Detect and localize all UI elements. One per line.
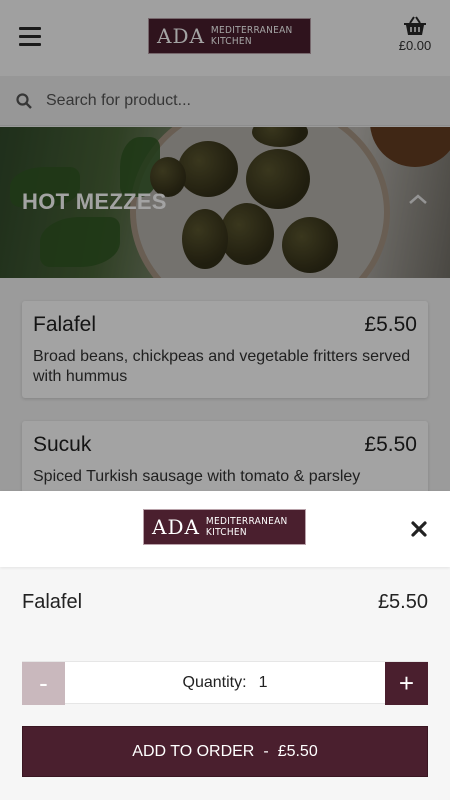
add-to-order-label: ADD TO ORDER <box>132 742 255 760</box>
increase-quantity-button[interactable]: + <box>385 662 428 705</box>
add-item-sheet: ADA MEDITERRANEAN KITCHEN Falafel £5.50 … <box>0 491 450 800</box>
logo-mark: ADA <box>152 515 200 539</box>
add-to-order-button[interactable]: ADD TO ORDER - £5.50 <box>22 726 428 777</box>
quantity-value: 1 <box>258 673 268 691</box>
close-icon[interactable] <box>410 520 428 538</box>
quantity-label: Quantity: <box>182 673 247 691</box>
brand-logo: ADA MEDITERRANEAN KITCHEN <box>143 509 306 545</box>
quantity-stepper: - Quantity: 1 + <box>22 661 428 705</box>
add-to-order-price: £5.50 <box>277 742 318 760</box>
item-name: Falafel <box>22 591 83 613</box>
quantity-display: Quantity: 1 <box>65 662 385 703</box>
item-price: £5.50 <box>377 591 428 613</box>
decrease-quantity-button[interactable]: - <box>22 662 65 705</box>
logo-wordmark: MEDITERRANEAN KITCHEN <box>205 516 288 538</box>
sheet-header: ADA MEDITERRANEAN KITCHEN <box>0 491 450 567</box>
